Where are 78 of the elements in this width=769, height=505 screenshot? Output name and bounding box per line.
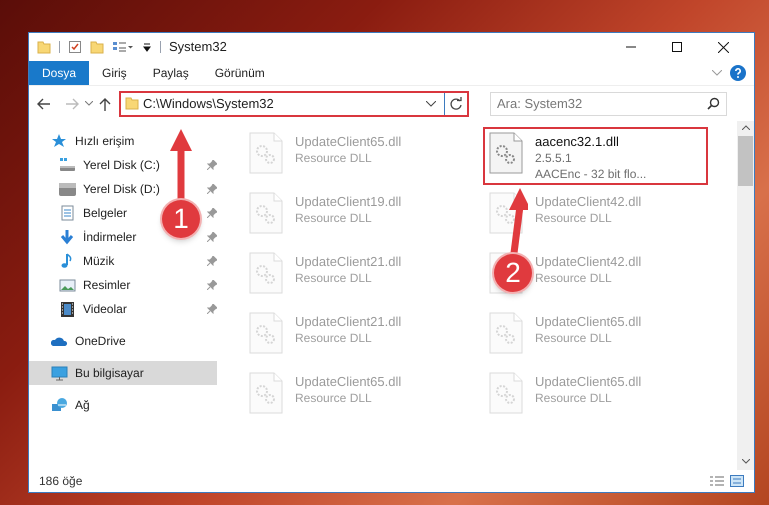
gears-file-icon: [249, 312, 283, 354]
address-bar[interactable]: C:\Windows\System32: [119, 90, 469, 116]
maximize-icon: [672, 42, 682, 52]
help-icon[interactable]: [730, 65, 746, 81]
film-icon: [59, 300, 76, 318]
folder-icon: [125, 97, 139, 110]
details-view-icon[interactable]: [710, 475, 724, 487]
chevron-down-icon[interactable]: [85, 101, 93, 106]
star-icon: [51, 132, 68, 150]
sidebar-item[interactable]: Resimler: [29, 273, 138, 297]
scrollbar-thumb[interactable]: [738, 136, 753, 186]
file-detail: Resource DLL: [535, 210, 613, 226]
pin-icon[interactable]: [207, 208, 217, 218]
gears-file-icon: [249, 372, 283, 414]
properties-icon[interactable]: [68, 40, 82, 54]
gears-file-icon: [249, 192, 283, 234]
file-detail: Resource DLL: [295, 390, 373, 406]
drive-icon: [59, 156, 76, 174]
chevron-down-icon[interactable]: [426, 100, 436, 106]
ribbon-tab[interactable]: Paylaş: [140, 61, 202, 85]
ribbon-tab[interactable]: Giriş: [89, 61, 140, 85]
pin-icon[interactable]: [207, 232, 217, 242]
search-icon[interactable]: [707, 97, 720, 110]
file-detail: Resource DLL: [535, 390, 613, 406]
document-icon: [59, 204, 76, 222]
drive-icon: [59, 180, 76, 198]
pin-icon[interactable]: [207, 304, 217, 314]
gears-file-icon: [489, 132, 523, 174]
window-title: System32: [169, 38, 227, 56]
sidebar-item[interactable]: Yerel Disk (D:): [29, 177, 168, 201]
close-icon: [718, 42, 728, 52]
scroll-up-icon[interactable]: [742, 125, 750, 130]
pin-icon[interactable]: [207, 160, 217, 170]
sidebar-item[interactable]: Ağ: [29, 393, 98, 417]
view-options-icon[interactable]: [112, 40, 134, 54]
ribbon-tab[interactable]: Dosya: [29, 61, 90, 85]
file-detail: Resource DLL: [295, 210, 373, 226]
sidebar-item[interactable]: Videolar: [29, 297, 135, 321]
tiles-view-icon[interactable]: [730, 475, 744, 487]
file-detail: Resource DLL: [535, 330, 613, 346]
scroll-down-icon[interactable]: [742, 459, 750, 464]
sidebar-item[interactable]: Yerel Disk (C:): [29, 153, 168, 177]
search-input[interactable]: Ara: System32: [497, 94, 707, 114]
file-detail: 2.5.5.1: [535, 150, 573, 166]
file-name[interactable]: aacenc32.1.dll: [535, 134, 646, 150]
sidebar-item[interactable]: OneDrive: [29, 329, 134, 353]
back-arrow-icon[interactable]: [37, 98, 51, 110]
sidebar-item[interactable]: Belgeler: [29, 201, 136, 225]
file-detail: Resource DLL: [295, 270, 373, 286]
picture-icon: [59, 276, 76, 294]
gears-file-icon: [489, 372, 523, 414]
gears-file-icon: [249, 252, 283, 294]
sidebar-item[interactable]: Hızlı erişim: [29, 129, 142, 153]
file-detail: Resource DLL: [535, 270, 613, 286]
sidebar-item[interactable]: Bu bilgisayar: [29, 361, 217, 385]
up-arrow-icon[interactable]: [99, 96, 111, 110]
file-detail: AACEnc - 32 bit flo...: [535, 166, 646, 182]
dropdown-icon[interactable]: [142, 42, 152, 52]
pin-icon[interactable]: [207, 184, 217, 194]
network-icon: [51, 396, 68, 414]
file-detail: Resource DLL: [295, 150, 373, 166]
address-path: C:\Windows\System32: [143, 94, 274, 113]
item-count: 186 öğe: [39, 473, 82, 490]
file-detail: Resource DLL: [295, 330, 373, 346]
sidebar-item[interactable]: İndirmeler: [29, 225, 144, 249]
scrollbar[interactable]: [737, 121, 754, 470]
pin-icon[interactable]: [207, 280, 217, 290]
ribbon-tab[interactable]: Görünüm: [202, 61, 278, 85]
monitor-icon: [51, 364, 68, 382]
search-field[interactable]: Ara: System32: [490, 92, 727, 116]
refresh-icon[interactable]: [449, 96, 463, 110]
sidebar-item[interactable]: Müzik: [29, 249, 122, 273]
gears-file-icon: [489, 312, 523, 354]
gears-file-icon: [249, 132, 283, 174]
pin-icon[interactable]: [207, 256, 217, 266]
down-arrow-icon: [59, 228, 76, 246]
step-number: 2: [492, 252, 534, 294]
step-number: 1: [160, 198, 202, 240]
